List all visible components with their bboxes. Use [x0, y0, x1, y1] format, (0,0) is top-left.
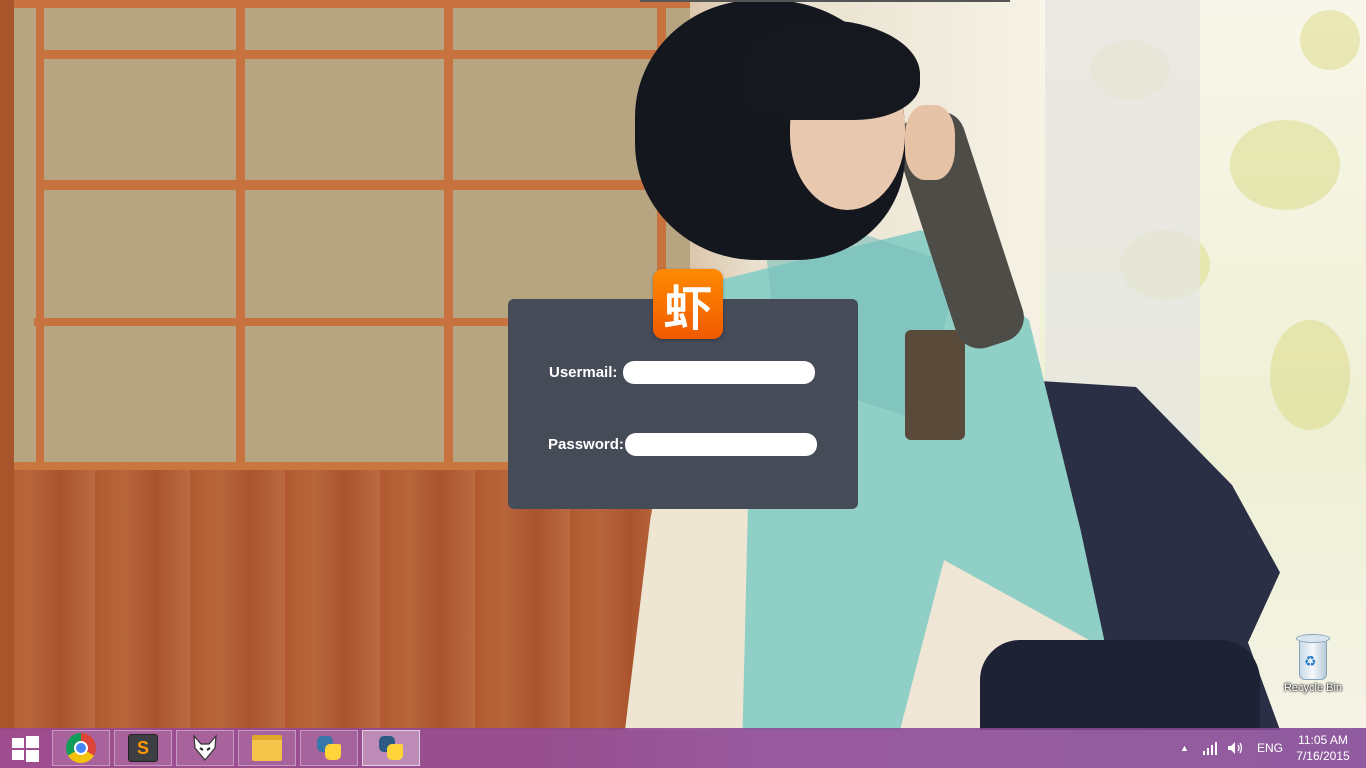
recycle-bin-desktop-icon[interactable]: ♻ Recycle Bin	[1278, 630, 1348, 702]
network-tray-button[interactable]	[1202, 728, 1218, 768]
clock[interactable]: 11:05 AM 7/16/2015	[1290, 732, 1356, 764]
recycle-bin-icon: ♻	[1296, 632, 1330, 680]
password-label: Password:	[548, 436, 624, 453]
taskbar-foobar-button[interactable]	[176, 730, 234, 766]
signal-bars-icon	[1203, 742, 1217, 755]
wallpaper-figure-legs	[980, 640, 1260, 730]
app-logo-icon: 虾	[653, 269, 723, 339]
password-input[interactable]	[625, 433, 817, 456]
taskbar-explorer-button[interactable]	[238, 730, 296, 766]
volume-tray-button[interactable]	[1227, 728, 1245, 768]
wallpaper-door-edge	[0, 0, 14, 730]
wallpaper-leaves	[1230, 120, 1340, 210]
wallpaper-leaves	[1300, 10, 1360, 70]
start-button[interactable]	[10, 736, 40, 762]
usermail-label: Usermail:	[549, 364, 618, 381]
folder-icon	[252, 735, 282, 761]
language-indicator[interactable]: ENG	[1257, 728, 1283, 768]
taskbar-python-idle-button[interactable]	[300, 730, 358, 766]
wallpaper-door-wood	[0, 470, 690, 730]
taskbar-python-app-button[interactable]	[362, 730, 420, 766]
speaker-icon	[1228, 742, 1243, 754]
wallpaper-figure-bangs	[740, 20, 920, 120]
recycle-bin-label: Recycle Bin	[1283, 682, 1343, 694]
chevron-up-icon: ▲	[1180, 743, 1189, 753]
sublime-text-icon: S	[128, 734, 158, 762]
taskbar-chrome-button[interactable]	[52, 730, 110, 766]
wallpaper-leaves	[1270, 320, 1350, 430]
language-label: ENG	[1257, 741, 1284, 755]
show-hidden-icons-button[interactable]: ▲	[1180, 728, 1189, 768]
chrome-icon	[66, 733, 96, 763]
usermail-input[interactable]	[623, 361, 815, 384]
wallpaper-figure-hand	[905, 105, 955, 180]
clock-time: 11:05 AM	[1298, 733, 1348, 747]
clock-date: 7/16/2015	[1296, 749, 1350, 763]
taskbar: S ▲ ENG 11:05 AM 7/16/2015	[0, 728, 1366, 768]
taskbar-sublime-button[interactable]: S	[114, 730, 172, 766]
python-icon	[315, 734, 343, 762]
window-edge	[640, 0, 1010, 2]
python-window-icon	[377, 734, 405, 762]
wallpaper-figure-belt	[905, 330, 965, 440]
foobar-icon	[193, 734, 217, 761]
